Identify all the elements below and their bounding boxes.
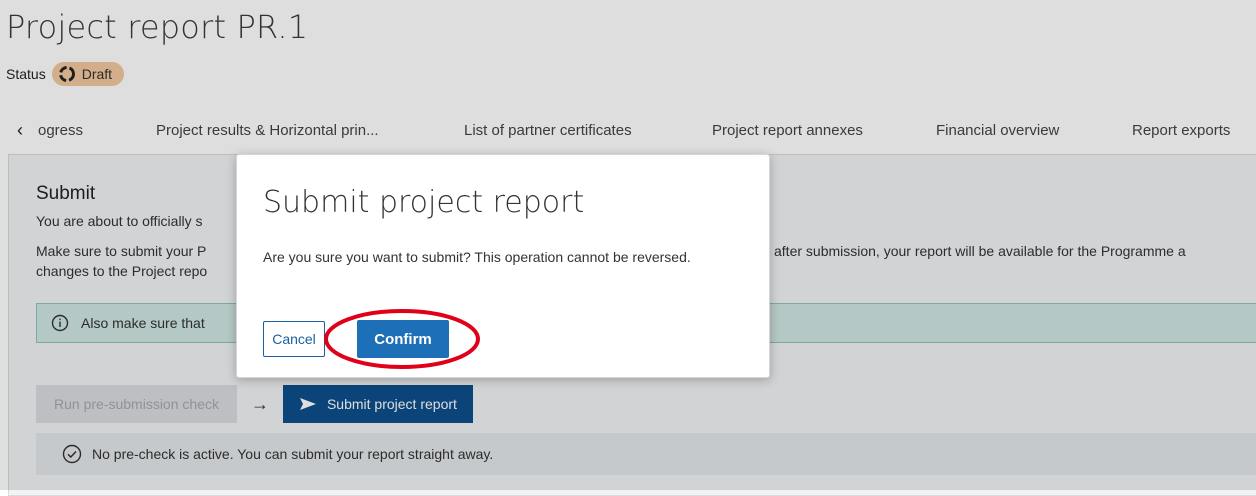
submit-confirmation-dialog: Submit project report Are you sure you w… [236,154,770,378]
confirm-button[interactable]: Confirm [357,320,449,358]
cancel-button[interactable]: Cancel [263,321,325,357]
dialog-title: Submit project report [263,185,585,220]
dialog-message: Are you sure you want to submit? This op… [263,249,691,265]
